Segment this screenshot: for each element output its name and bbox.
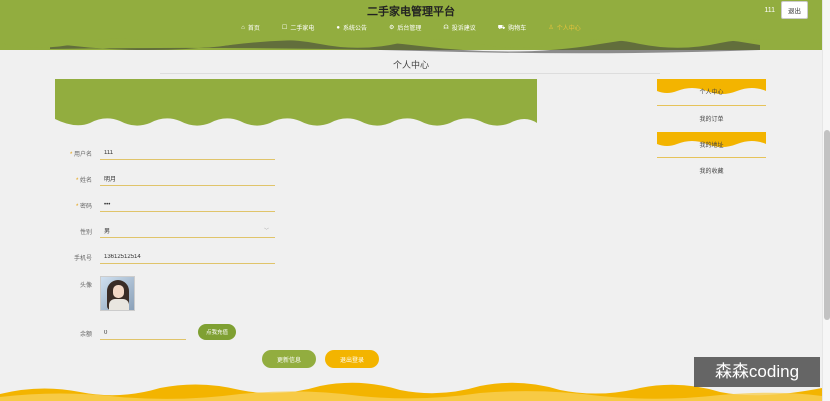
nav-item-cart[interactable]: ⛟ 购物车 (497, 23, 527, 33)
sidebar-item-label: 我的收藏 (699, 169, 724, 175)
password-row: * 密码 (55, 198, 275, 212)
sidebar-item-profile[interactable]: 个人中心 (657, 79, 766, 103)
username-field[interactable] (100, 146, 275, 160)
site-title: 二手家电管理平台 (367, 6, 455, 18)
header-logout-button[interactable]: 退出 (781, 1, 808, 19)
nav-item-admin[interactable]: ⚙ 后台管理 (389, 23, 421, 32)
bag-icon: ☐ (281, 25, 288, 31)
user-area: 111 退出 (764, 1, 808, 19)
username-row: * 用户名 (55, 146, 275, 160)
nav-label: 个人中心 (556, 26, 581, 32)
logout-button[interactable]: 退出登录 (325, 350, 379, 368)
name-field[interactable] (100, 172, 275, 186)
recharge-button[interactable]: 点我充值 (198, 324, 236, 340)
chevron-down-icon: ﹀ (263, 228, 269, 234)
avatar-row: 头像 (55, 276, 135, 311)
balance-row: 余额 (55, 326, 186, 340)
username-label: * 用户名 (69, 151, 92, 158)
password-label: * 密码 (75, 203, 92, 210)
page-title: 个人中心 (392, 60, 429, 70)
nav-item-profile[interactable]: ♙ 个人中心 (548, 23, 580, 32)
sidebar-item-label: 我的地址 (699, 143, 724, 149)
phone-row: 手机号 (55, 250, 275, 264)
password-field[interactable] (100, 198, 275, 212)
balance-field[interactable] (100, 326, 186, 340)
sidebar-item-label: 个人中心 (699, 90, 724, 96)
gender-row: 性别 男 ﹀ (55, 224, 275, 238)
avatar-label: 头像 (79, 283, 92, 289)
sidebar-item-orders[interactable]: 我的订单 (657, 106, 766, 130)
gender-select[interactable]: 男 ﹀ (100, 224, 275, 238)
balance-label: 余额 (79, 331, 92, 338)
nav-item-notices[interactable]: ● 系统公告 (336, 23, 367, 33)
sidebar-item-favorites[interactable]: 我的收藏 (657, 158, 766, 182)
gear-icon: ⚙ (388, 25, 395, 31)
nav-item-home[interactable]: ⌂ 首页 (241, 23, 260, 33)
nav-label: 首页 (247, 26, 260, 32)
page-scrollbar[interactable] (822, 0, 830, 401)
user-icon: ♙ (548, 25, 554, 31)
sidebar-item-address[interactable]: 我的地址 (657, 132, 766, 156)
nav-label: 后台管理 (397, 26, 422, 32)
gender-value: 男 (104, 229, 111, 235)
nav-item-feedback[interactable]: ☊ 投诉建议 (443, 23, 475, 32)
main-nav: ⌂ 首页 ☐ 二手家电 ● 系统公告 ⚙ 后台管理 ☊ 投诉建议 ⛟ 购物车 ♙ 个人中心 (0, 23, 822, 33)
notice-icon: ● (336, 24, 340, 31)
name-row: * 姓名 (55, 172, 275, 186)
header-wave-decoration (0, 34, 822, 54)
gender-label: 性别 (79, 229, 92, 236)
cart-icon: ⛟ (497, 24, 506, 31)
sidebar-item-label: 我的订单 (699, 117, 724, 123)
nav-item-appliances[interactable]: ☐ 二手家电 (282, 23, 314, 32)
watermark-label: 森森coding (694, 357, 820, 387)
nav-label: 二手家电 (290, 26, 315, 32)
nav-label: 系统公告 (342, 26, 367, 32)
profile-banner (55, 79, 537, 126)
current-username: 111 (764, 6, 775, 14)
update-info-button[interactable]: 更新信息 (262, 350, 316, 368)
home-icon: ⌂ (241, 24, 245, 31)
heading-divider (160, 73, 660, 74)
phone-field[interactable] (100, 250, 275, 264)
nav-label: 投诉建议 (451, 26, 476, 32)
phone-label: 手机号 (73, 255, 92, 262)
nav-label: 购物车 (508, 26, 527, 32)
avatar-image[interactable] (100, 276, 135, 311)
scroll-thumb[interactable] (824, 130, 830, 320)
headset-icon: ☊ (443, 25, 449, 31)
name-label: * 姓名 (75, 177, 92, 184)
